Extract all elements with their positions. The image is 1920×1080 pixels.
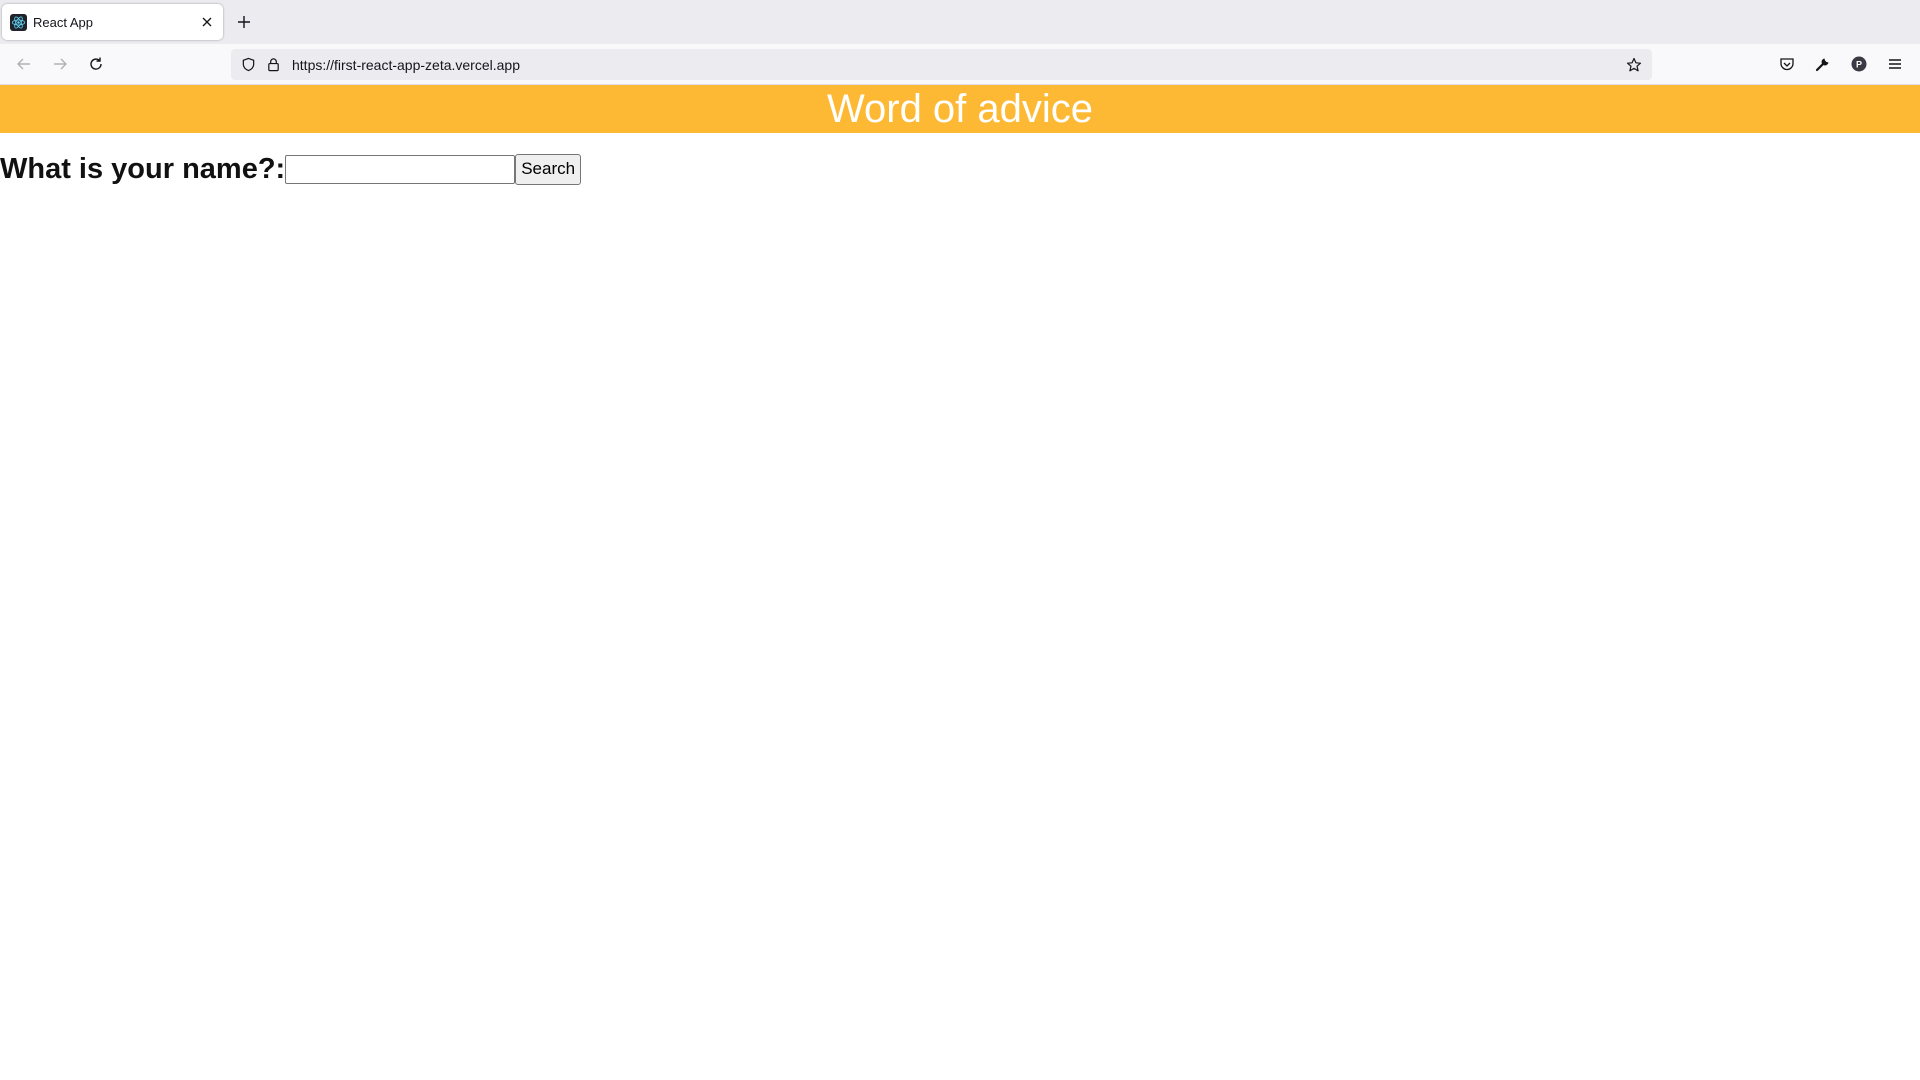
browser-tab[interactable]: React App bbox=[2, 4, 223, 40]
star-icon[interactable] bbox=[1625, 56, 1642, 73]
plus-icon[interactable] bbox=[234, 12, 254, 32]
profile-icon[interactable]: P bbox=[1849, 54, 1869, 74]
navigation-toolbar: https://first-react-app-zeta.vercel.app … bbox=[0, 44, 1920, 85]
header-banner: Word of advice bbox=[0, 85, 1920, 133]
web-page: Word of advice What is your name?: Searc… bbox=[0, 85, 1920, 1080]
reload-icon[interactable] bbox=[86, 54, 106, 74]
back-icon[interactable] bbox=[14, 54, 34, 74]
url-text[interactable]: https://first-react-app-zeta.vercel.app bbox=[292, 57, 520, 73]
tab-title: React App bbox=[33, 15, 93, 30]
page-title: Word of advice bbox=[826, 87, 1094, 131]
name-label: What is your name?: bbox=[0, 153, 286, 185]
pocket-icon[interactable] bbox=[1777, 54, 1797, 74]
tab-strip: React App bbox=[0, 0, 1920, 44]
menu-icon[interactable] bbox=[1885, 54, 1905, 74]
address-bar[interactable]: https://first-react-app-zeta.vercel.app bbox=[231, 49, 1652, 80]
name-input[interactable] bbox=[285, 154, 516, 184]
lock-icon[interactable] bbox=[265, 56, 282, 73]
name-form: What is your name?: Search bbox=[0, 152, 582, 186]
shield-icon[interactable] bbox=[240, 56, 257, 73]
close-tab-icon[interactable] bbox=[198, 13, 216, 31]
forward-icon[interactable] bbox=[50, 54, 70, 74]
react-logo-icon bbox=[10, 14, 27, 31]
wrench-icon[interactable] bbox=[1813, 54, 1833, 74]
profile-initial: P bbox=[1856, 59, 1862, 69]
search-button[interactable]: Search bbox=[515, 153, 582, 185]
